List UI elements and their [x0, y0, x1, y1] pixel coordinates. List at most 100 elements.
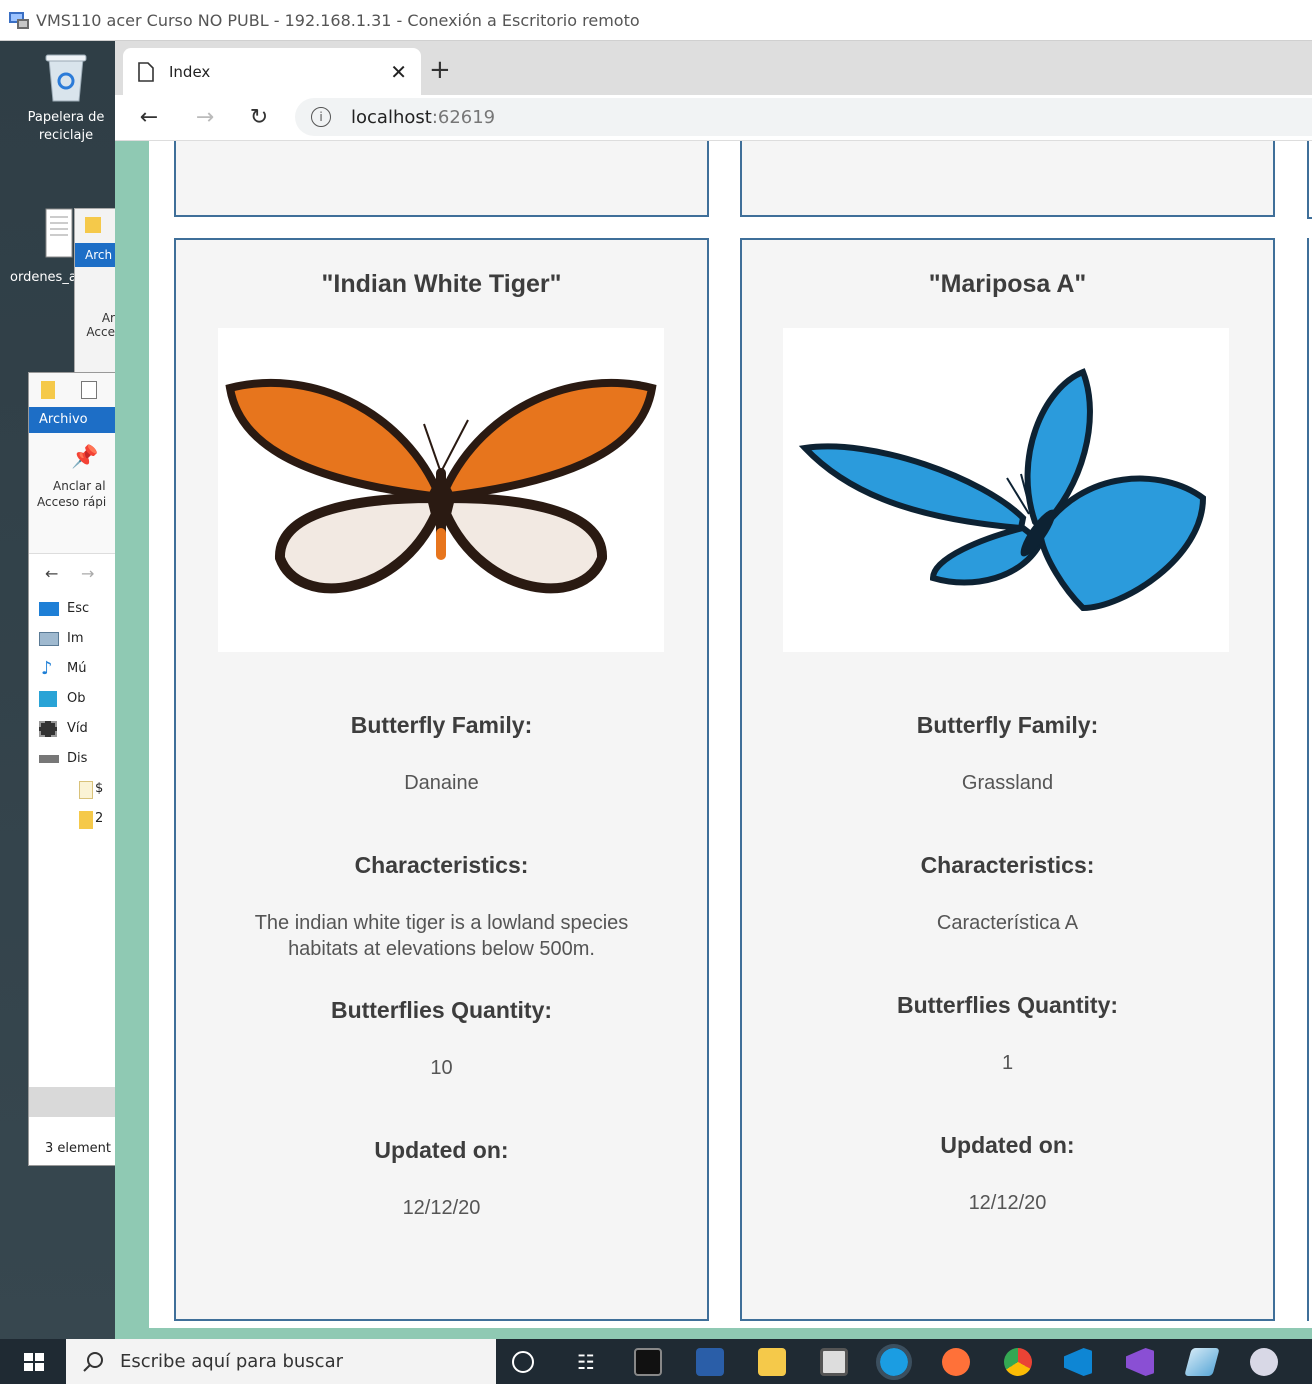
- selected-tree-row[interactable]: [29, 1087, 115, 1117]
- pin-label-2[interactable]: Acceso rápi: [37, 495, 106, 509]
- tab-title: Index: [169, 62, 211, 81]
- card-title: "Indian White Tiger": [321, 270, 562, 298]
- card-above-far-right: [1307, 141, 1312, 219]
- disk-icon: [39, 755, 59, 763]
- tree-item-label: $: [95, 781, 104, 796]
- app-icon[interactable]: [1184, 1348, 1220, 1376]
- explorer-back-item-b: Acce: [86, 325, 115, 339]
- explorer-ribbon-tab[interactable]: Archivo: [29, 407, 115, 433]
- rdp-window-title: VMS110 acer Curso NO PUBL - 192.168.1.31…: [36, 10, 640, 30]
- explorer-window[interactable]: Archivo 📌 Anclar al Acceso rápi ← → Esc …: [28, 372, 116, 1166]
- characteristics-label: Characteristics:: [920, 852, 1095, 878]
- tree-item-label: Dis: [67, 751, 88, 766]
- firefox-icon[interactable]: [942, 1348, 970, 1376]
- browser-window: Index ✕ + ← → ↻ i localhost:62619 "India…: [115, 41, 1312, 1339]
- quantity-value: 10: [430, 1057, 453, 1079]
- navigation-bar: ← → ↻ i localhost:62619: [115, 95, 1312, 141]
- close-tab-icon[interactable]: ✕: [390, 60, 407, 84]
- tiger-butterfly-icon: [225, 378, 657, 594]
- terminal-icon[interactable]: [634, 1348, 662, 1376]
- powershell-icon[interactable]: [696, 1348, 724, 1376]
- vscode-icon[interactable]: [1064, 1348, 1092, 1376]
- characteristics-value: Característica A: [936, 912, 1079, 934]
- butterfly-image: [783, 328, 1229, 652]
- address-bar[interactable]: i localhost:62619: [295, 98, 1312, 136]
- tree-item-disk[interactable]: Dis: [39, 744, 115, 774]
- images-folder-icon: [39, 632, 59, 646]
- video-icon: [39, 721, 57, 737]
- snipping-tool-icon[interactable]: [1250, 1348, 1278, 1376]
- forward-arrow-icon[interactable]: →: [81, 564, 94, 583]
- explorer-status: 3 element: [45, 1141, 112, 1156]
- explorer-back-item-a: Ar: [101, 311, 115, 325]
- page-viewport[interactable]: "Indian White Tiger" Butterfly Family: D: [115, 141, 1312, 1339]
- ordenes-file-label: ordenes_a: [10, 270, 77, 285]
- rdp-title-bar: VMS110 acer Curso NO PUBL - 192.168.1.31…: [0, 0, 1312, 41]
- tab-index[interactable]: Index ✕: [123, 48, 421, 95]
- family-value: Danaine: [404, 772, 479, 794]
- quantity-label: Butterflies Quantity:: [896, 992, 1119, 1018]
- page-content: "Indian White Tiger" Butterfly Family: D: [149, 141, 1312, 1328]
- folder-icon: [85, 217, 101, 233]
- reload-icon[interactable]: ↻: [245, 103, 273, 131]
- task-view-icon[interactable]: ☷: [572, 1348, 600, 1376]
- url-host: localhost: [351, 106, 432, 128]
- recycle-bin-shortcut[interactable]: Papelera de reciclaje: [20, 51, 112, 145]
- tree-item-images[interactable]: Im: [39, 624, 115, 654]
- tree-item-label: Esc: [67, 601, 90, 616]
- remote-desktop-icon: [8, 9, 30, 31]
- recycle-bin-label-2: reciclaje: [38, 128, 94, 143]
- tree-item-music[interactable]: ♪ Mú: [41, 654, 115, 684]
- url-port: :62619: [431, 106, 496, 128]
- butterfly-card: "Mariposa A" Butterfly Family: Grassland…: [740, 238, 1275, 1321]
- tree-item-objects[interactable]: Ob: [39, 684, 115, 714]
- music-note-icon: ♪: [41, 658, 53, 679]
- updated-value: 12/12/20: [402, 1197, 481, 1219]
- characteristics-value-line2: habitats at elevations below 500m.: [288, 938, 595, 960]
- windows-start-icon[interactable]: [24, 1353, 44, 1371]
- new-tab-icon[interactable]: +: [429, 55, 451, 85]
- characteristics-label: Characteristics:: [354, 852, 529, 878]
- back-arrow-icon[interactable]: ←: [135, 103, 163, 131]
- forward-arrow-icon[interactable]: →: [191, 103, 219, 131]
- butterfly-card: "Indian White Tiger" Butterfly Family: D: [174, 238, 709, 1321]
- info-icon[interactable]: i: [311, 107, 331, 127]
- chrome-icon[interactable]: [1004, 1348, 1032, 1376]
- pin-icon: 📌: [71, 445, 99, 470]
- pin-label-1[interactable]: Anclar al: [53, 479, 106, 493]
- folder-icon: [41, 381, 55, 399]
- quantity-value: 1: [1001, 1052, 1014, 1074]
- folder-icon: [79, 781, 93, 799]
- card-above-left: [174, 141, 709, 217]
- taskbar-search[interactable]: Escribe aquí para buscar: [66, 1339, 496, 1384]
- text-file-icon: [45, 208, 73, 258]
- tree-item-folder-2[interactable]: 2: [67, 804, 115, 834]
- search-icon: [83, 1351, 103, 1372]
- 3d-objects-icon: [39, 691, 57, 707]
- updated-label: Updated on:: [940, 1132, 1075, 1158]
- edge-icon[interactable]: [876, 1344, 912, 1380]
- back-arrow-icon[interactable]: ←: [45, 564, 58, 583]
- tree-item-label: Mú: [67, 661, 87, 676]
- tree-item-videos[interactable]: Víd: [39, 714, 115, 744]
- taskbar: Escribe aquí para buscar ☷: [0, 1339, 1312, 1384]
- butterfly-image: [218, 328, 664, 652]
- tree-item-folder-1[interactable]: $: [67, 774, 115, 804]
- file-explorer-icon[interactable]: [758, 1348, 786, 1376]
- card-title: "Mariposa A": [928, 270, 1087, 298]
- tree-item-label: 2: [95, 811, 104, 826]
- ordenes-file-shortcut[interactable]: ordenes_a: [0, 207, 77, 287]
- properties-icon[interactable]: [81, 381, 97, 399]
- explorer-window-back[interactable]: Arch Ar Acce: [74, 208, 116, 380]
- visual-studio-icon[interactable]: [1126, 1348, 1154, 1376]
- card-far-right-edge: [1307, 238, 1312, 1321]
- cortana-icon[interactable]: [512, 1351, 534, 1373]
- folder-icon: [79, 811, 93, 829]
- explorer-back-ribbon-tab[interactable]: Arch: [75, 243, 115, 267]
- tree-item-desktop[interactable]: Esc: [39, 594, 115, 624]
- store-icon[interactable]: [820, 1348, 848, 1376]
- recycle-bin-label-1: Papelera de: [27, 110, 105, 125]
- updated-label: Updated on:: [374, 1137, 509, 1163]
- blue-butterfly-icon: [798, 368, 1207, 612]
- page-icon: [138, 61, 154, 82]
